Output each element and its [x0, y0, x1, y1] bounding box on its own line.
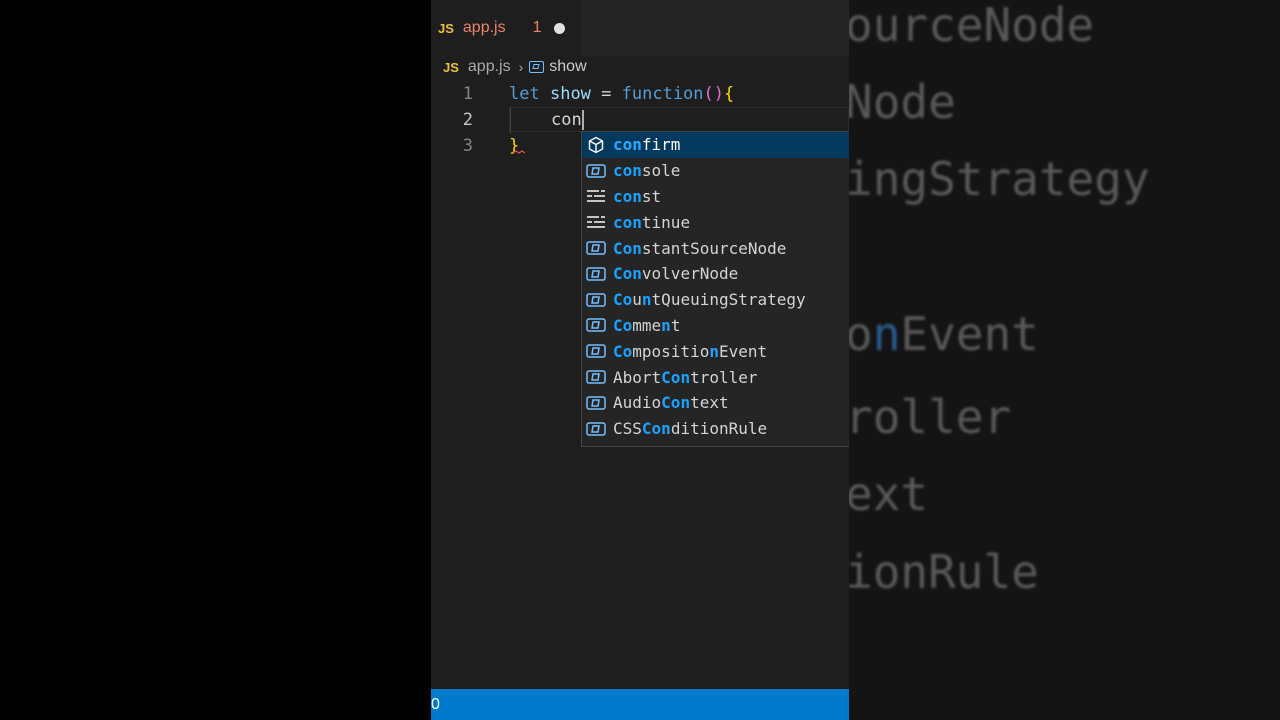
chevron-right-icon: ›: [518, 59, 524, 75]
line-number: 3: [462, 136, 473, 156]
bg-line: ingStrategy: [849, 152, 1150, 206]
bg-line: onEvent: [849, 307, 1039, 361]
suggestion-item[interactable]: console: [582, 158, 849, 184]
tab-label: app.js: [462, 19, 506, 36]
code-text: }: [509, 136, 520, 156]
variable-icon: [586, 341, 606, 361]
tab-bar: JS app.js 1: [431, 0, 849, 56]
suggestion-label: Comment: [613, 315, 681, 335]
bg-line: ionRule: [849, 545, 1039, 599]
keyword-icon: [586, 186, 606, 206]
js-file-icon: JS: [443, 59, 459, 75]
suggestion-item[interactable]: ConvolverNode: [582, 261, 849, 287]
breadcrumb: JS app.js › show: [443, 56, 587, 78]
breadcrumb-symbol[interactable]: show: [549, 58, 586, 76]
code-line-2[interactable]: 2 con: [431, 107, 849, 133]
suggestion-item[interactable]: CompositionEvent: [582, 338, 849, 364]
bg-line: roller: [849, 390, 1012, 444]
suggestion-label: const: [613, 186, 662, 206]
suggestion-item[interactable]: continue: [582, 209, 849, 235]
suggestion-label: console: [613, 161, 681, 181]
suggestion-label: CountQueuingStrategy: [613, 290, 806, 310]
variable-icon: [586, 238, 606, 258]
blurred-background: ourceNode Node ingStrategy onEvent rolle…: [849, 0, 1280, 720]
suggestion-item[interactable]: ConstantSourceNode: [582, 235, 849, 261]
suggestion-item[interactable]: CSSConditionRule: [582, 416, 849, 442]
editor-window: JS app.js 1 JS app.js › show 1 let show …: [431, 0, 849, 720]
bg-line: ourceNode: [849, 0, 1095, 52]
variable-icon: [586, 161, 606, 181]
unsaved-dot-icon[interactable]: [553, 22, 565, 34]
breadcrumb-file[interactable]: app.js: [468, 58, 511, 76]
js-file-icon: JS: [438, 20, 454, 36]
line-number: 1: [462, 84, 473, 104]
keyword-icon: [586, 135, 606, 155]
line-number: 2: [462, 110, 473, 130]
suggestion-label: AbortController: [613, 367, 758, 387]
suggestion-item[interactable]: AbortController: [582, 364, 849, 390]
suggestion-list: confirm console const continue ConstantSourc…: [582, 132, 849, 442]
bg-line: ext: [849, 467, 929, 521]
variable-icon: [586, 315, 606, 335]
suggestion-item[interactable]: Comment: [582, 313, 849, 339]
code-text: let show = function(){: [509, 84, 735, 104]
suggestion-item[interactable]: const: [582, 184, 849, 210]
code-line-1[interactable]: 1 let show = function(){: [431, 81, 849, 107]
suggestion-label: AudioContext: [613, 393, 729, 413]
bg-line: Node: [849, 75, 956, 129]
status-bar: 0: [431, 689, 849, 720]
variable-icon: [586, 367, 606, 387]
suggestion-item[interactable]: confirm: [582, 132, 849, 158]
variable-icon: [586, 419, 606, 439]
status-problems[interactable]: 0: [431, 696, 440, 714]
left-letterbox: [0, 0, 431, 720]
variable-icon: [586, 290, 606, 310]
suggestion-item[interactable]: CountQueuingStrategy: [582, 287, 849, 313]
tab-app-js[interactable]: JS app.js 1: [431, 0, 581, 56]
variable-icon: [529, 61, 545, 73]
code-text: con: [551, 110, 584, 130]
text-cursor: [581, 110, 584, 130]
suggestion-label: ConstantSourceNode: [613, 238, 787, 258]
problem-count-badge: 1: [532, 19, 542, 36]
suggestion-label: CompositionEvent: [613, 341, 768, 361]
suggestion-label: ConvolverNode: [613, 264, 739, 284]
error-squiggle: [513, 150, 525, 154]
suggestion-item[interactable]: AudioContext: [582, 390, 849, 416]
variable-icon: [586, 264, 606, 284]
suggestion-label: continue: [613, 212, 691, 232]
indent-guide: [510, 107, 511, 133]
suggestion-label: CSSConditionRule: [613, 419, 768, 439]
keyword-icon: [586, 212, 606, 232]
suggest-widget: confirm console const continue ConstantSourc…: [581, 131, 849, 447]
suggestion-label: confirm: [613, 135, 681, 155]
variable-icon: [586, 393, 606, 413]
